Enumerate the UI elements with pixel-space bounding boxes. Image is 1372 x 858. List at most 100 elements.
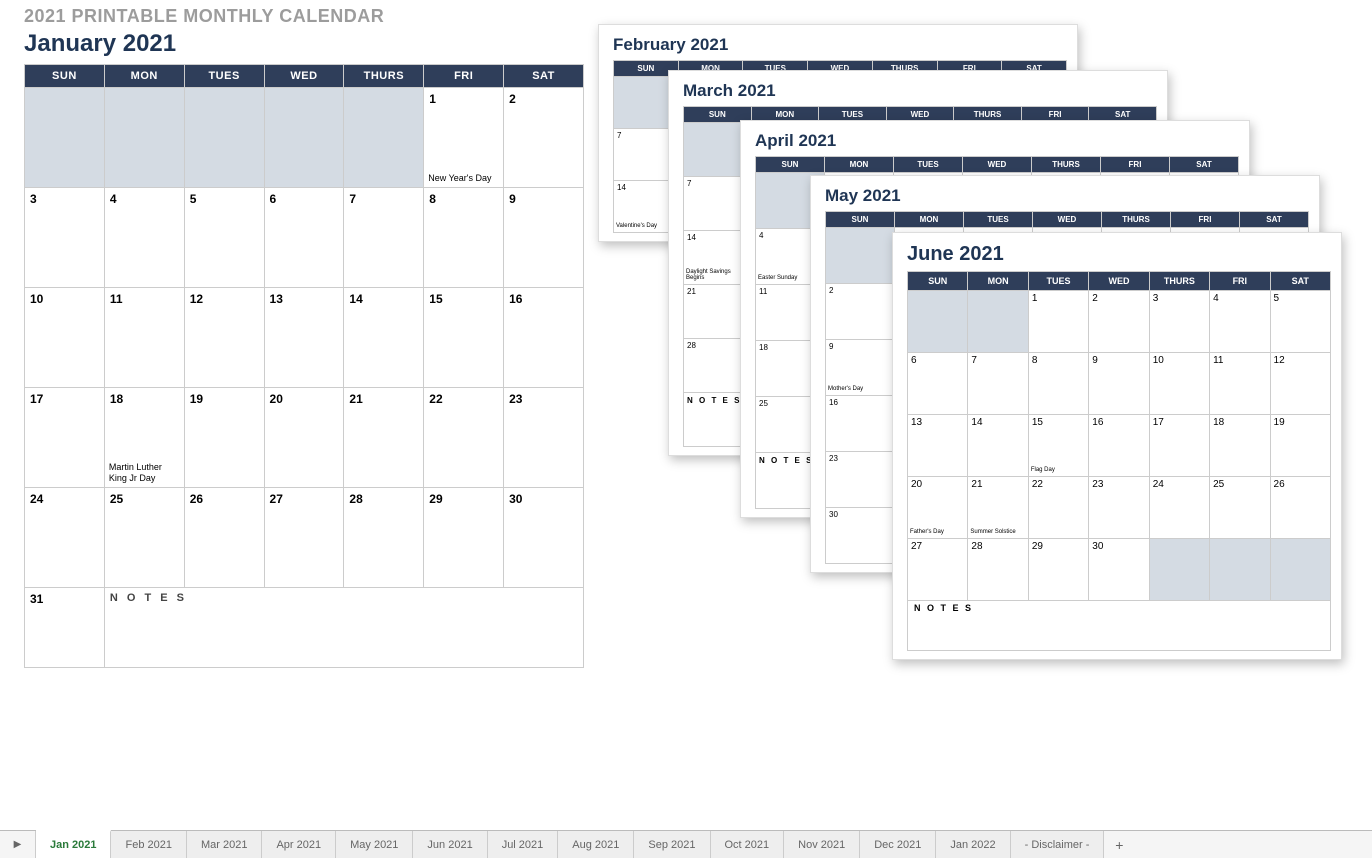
calendar-cell[interactable]: 4 (104, 188, 184, 288)
calendar-cell[interactable]: 7 (344, 188, 424, 288)
calendar-cell[interactable]: 20 (264, 388, 344, 488)
sheet-tab[interactable]: Jun 2021 (413, 831, 487, 858)
calendar-cell[interactable]: 19 (184, 388, 264, 488)
sheet-tab[interactable]: Nov 2021 (784, 831, 860, 858)
calendar-cell[interactable]: 9 (504, 188, 584, 288)
calendar-cell[interactable]: 23 (1089, 477, 1149, 539)
sheet-tab[interactable]: Dec 2021 (860, 831, 936, 858)
day-header: THURS (1102, 212, 1171, 228)
day-header: WED (963, 157, 1032, 173)
calendar-cell[interactable] (908, 291, 968, 353)
calendar-cell[interactable]: 31 (25, 588, 105, 668)
calendar-cell[interactable]: 10 (1149, 353, 1209, 415)
calendar-cell[interactable]: 7 (968, 353, 1028, 415)
calendar-cell[interactable]: 15 (424, 288, 504, 388)
day-header: WED (1033, 212, 1102, 228)
day-header: SUN (908, 272, 968, 291)
page-title: 2021 PRINTABLE MONTHLY CALENDAR (0, 0, 1372, 27)
calendar-cell (826, 228, 895, 284)
day-header: MON (895, 212, 964, 228)
calendar-cell[interactable]: 23 (504, 388, 584, 488)
calendar-cell[interactable]: 27 (264, 488, 344, 588)
calendar-cell[interactable]: 30 (504, 488, 584, 588)
sheet-tab[interactable]: Apr 2021 (262, 831, 336, 858)
calendar-cell[interactable]: 11 (104, 288, 184, 388)
sheet-tab[interactable]: Jul 2021 (488, 831, 559, 858)
calendar-cell[interactable]: 24 (1149, 477, 1209, 539)
calendar-cell[interactable]: 19 (1270, 415, 1330, 477)
calendar-cell[interactable]: 8 (424, 188, 504, 288)
calendar-cell[interactable]: 26 (1270, 477, 1330, 539)
calendar-cell[interactable]: 16 (1089, 415, 1149, 477)
sheet-tab[interactable]: Feb 2021 (111, 831, 186, 858)
calendar-cell[interactable]: 18 (1210, 415, 1270, 477)
calendar-cell[interactable]: 4 (1210, 291, 1270, 353)
calendar-cell[interactable]: 1New Year's Day (424, 88, 504, 188)
calendar-cell[interactable]: 21 (344, 388, 424, 488)
calendar-cell[interactable]: 3 (1149, 291, 1209, 353)
calendar-cell[interactable]: 11 (1210, 353, 1270, 415)
sheet-tab[interactable]: Mar 2021 (187, 831, 262, 858)
calendar-cell[interactable]: 5 (1270, 291, 1330, 353)
calendar-cell[interactable]: 28 (968, 539, 1028, 601)
calendar-cell[interactable]: 27 (908, 539, 968, 601)
calendar-cell[interactable]: 28 (344, 488, 424, 588)
calendar-cell[interactable]: 29 (424, 488, 504, 588)
day-header: THURS (1032, 157, 1101, 173)
calendar-cell[interactable]: 10 (25, 288, 105, 388)
calendar-cell[interactable]: 25 (1210, 477, 1270, 539)
calendar-cell[interactable] (344, 88, 424, 188)
calendar-cell[interactable]: 22 (1028, 477, 1088, 539)
add-sheet-button[interactable]: + (1104, 831, 1134, 858)
calendar-cell[interactable] (104, 88, 184, 188)
sheet-tab[interactable]: Aug 2021 (558, 831, 634, 858)
notes-cell[interactable]: N O T E S (908, 601, 1331, 651)
sheet-tab[interactable]: - Disclaimer - (1011, 831, 1105, 858)
calendar-cell[interactable]: 17 (1149, 415, 1209, 477)
calendar-cell[interactable]: 16 (504, 288, 584, 388)
calendar-cell[interactable]: 9 (1089, 353, 1149, 415)
calendar-cell[interactable]: 22 (424, 388, 504, 488)
calendar-cell[interactable]: 20Father's Day (908, 477, 968, 539)
calendar-cell[interactable]: 25 (104, 488, 184, 588)
day-header: TUES (184, 65, 264, 88)
calendar-cell[interactable]: 13 (908, 415, 968, 477)
calendar-cell[interactable]: 14 (344, 288, 424, 388)
calendar-cell[interactable]: 6 (908, 353, 968, 415)
calendar-cell[interactable]: 2 (504, 88, 584, 188)
calendar-cell[interactable] (968, 291, 1028, 353)
calendar-cell[interactable] (25, 88, 105, 188)
sheet-tabs: ▶ Jan 2021Feb 2021Mar 2021Apr 2021May 20… (0, 830, 1372, 858)
calendar-cell[interactable]: 30 (1089, 539, 1149, 601)
sheet-tab[interactable]: Jan 2022 (936, 831, 1010, 858)
calendar-cell[interactable]: 1 (1028, 291, 1088, 353)
calendar-cell[interactable]: 2 (1089, 291, 1149, 353)
calendar-cell[interactable] (184, 88, 264, 188)
calendar-cell[interactable]: 12 (184, 288, 264, 388)
tab-nav-icon[interactable]: ▶ (0, 831, 36, 858)
sheet-tab[interactable]: May 2021 (336, 831, 413, 858)
calendar-cell[interactable]: 5 (184, 188, 264, 288)
calendar-cell[interactable]: 26 (184, 488, 264, 588)
calendar-cell[interactable]: 6 (264, 188, 344, 288)
calendar-cell[interactable]: 12 (1270, 353, 1330, 415)
sheet-tab[interactable]: Jan 2021 (36, 830, 111, 858)
calendar-cell[interactable] (1270, 539, 1330, 601)
calendar-cell[interactable] (1210, 539, 1270, 601)
calendar-cell[interactable]: 24 (25, 488, 105, 588)
sheet-tab[interactable]: Sep 2021 (634, 831, 710, 858)
sheet-tab[interactable]: Oct 2021 (711, 831, 785, 858)
notes-cell[interactable]: N O T E S (104, 588, 583, 668)
calendar-cell[interactable]: 17 (25, 388, 105, 488)
calendar-cell[interactable]: 8 (1028, 353, 1088, 415)
calendar-cell[interactable]: 29 (1028, 539, 1088, 601)
calendar-cell[interactable]: 21Summer Solstice (968, 477, 1028, 539)
calendar-cell[interactable] (264, 88, 344, 188)
calendar-cell[interactable]: 14 (968, 415, 1028, 477)
calendar-cell[interactable]: 13 (264, 288, 344, 388)
calendar-cell[interactable] (1149, 539, 1209, 601)
day-header: THURS (1149, 272, 1209, 291)
calendar-cell[interactable]: 18Martin Luther King Jr Day (104, 388, 184, 488)
calendar-cell[interactable]: 3 (25, 188, 105, 288)
calendar-cell[interactable]: 15Flag Day (1028, 415, 1088, 477)
